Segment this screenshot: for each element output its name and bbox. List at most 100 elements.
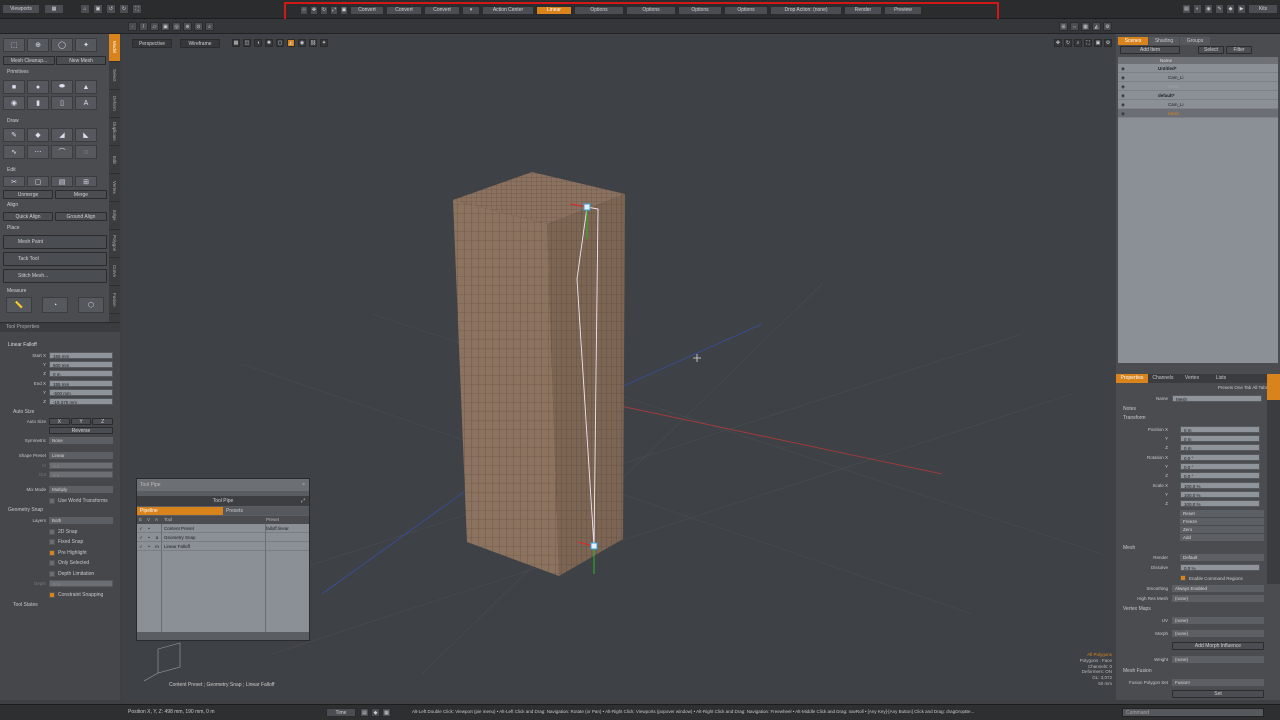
table-row[interactable]: ✓ • Content Preset falloff.linear <box>137 524 309 533</box>
tab-properties[interactable]: Properties <box>1116 374 1148 383</box>
tab-deform[interactable]: Deform <box>109 90 120 118</box>
snap-2d-row[interactable]: 2D Snap <box>49 528 115 535</box>
dimension-icon[interactable]: ⬡ <box>78 297 104 313</box>
cylinder-primitive-icon[interactable]: ▮ <box>27 96 49 110</box>
mesh-cleanup-button[interactable]: Mesh Cleanup... <box>3 56 55 65</box>
paint-icon[interactable]: ✎ <box>1215 4 1224 14</box>
layout-icon[interactable]: ▤ <box>1182 4 1191 14</box>
merge-button[interactable]: Merge <box>55 190 107 199</box>
perspective-dropdown[interactable]: Perspective <box>132 39 172 48</box>
rotate-view-icon[interactable]: ↻ <box>1064 39 1072 47</box>
rotation-x-field[interactable]: 0.0 ° <box>1180 454 1260 461</box>
only-selected-checkbox[interactable] <box>49 559 55 566</box>
add-item-button[interactable]: Add Item <box>1120 46 1180 54</box>
zero-dropdown[interactable]: Zero <box>1180 526 1264 533</box>
tab-select[interactable]: Select <box>109 62 120 90</box>
animate-icon[interactable]: ▶ <box>1237 4 1246 14</box>
out-field[interactable]: 0.0 <box>49 471 113 478</box>
uv-dropdown[interactable]: (none) <box>1172 617 1264 624</box>
name-field[interactable]: Mesh <box>1172 395 1262 402</box>
pre-highlight-row[interactable]: Pre Highlight <box>49 549 115 556</box>
zoom-view-icon[interactable]: ⌕ <box>1074 39 1082 47</box>
enabled-check[interactable]: ✓ <box>137 524 145 532</box>
start-x-field[interactable]: 155 mm <box>49 352 113 359</box>
tab-mesh-vertical[interactable] <box>1267 374 1280 400</box>
vertex-mode-icon[interactable]: · <box>128 22 137 31</box>
visibility-eye-icon[interactable]: ◉ <box>1121 91 1125 100</box>
filter-button[interactable]: Filter <box>1226 46 1252 54</box>
reset-dropdown[interactable]: Reset <box>1180 510 1264 517</box>
constraint-snapping-checkbox[interactable] <box>49 591 55 598</box>
morph-dropdown[interactable]: (none) <box>1172 630 1264 637</box>
end-handle[interactable] <box>590 542 598 550</box>
tab-curve[interactable]: Curve <box>109 258 120 286</box>
item-mode-icon[interactable]: ▣ <box>161 22 170 31</box>
smoothing-dropdown[interactable]: Always Enabled <box>1172 585 1264 592</box>
close-icon[interactable]: × <box>302 479 305 491</box>
falloff-view-icon[interactable]: ◭ <box>287 39 295 47</box>
depth-field[interactable]: 0 m <box>49 580 113 587</box>
paste-icon[interactable]: ▤ <box>51 176 73 187</box>
render-dropdown[interactable]: Default <box>1180 554 1264 561</box>
disc-primitive-icon[interactable]: ⬬ <box>51 80 73 94</box>
tool-pipe-window-titlebar[interactable]: Tool Pipe × <box>137 479 309 491</box>
cone-primitive-icon[interactable]: ▲ <box>75 80 97 94</box>
command-input[interactable]: Command <box>1122 708 1264 717</box>
pre-highlight-checkbox[interactable] <box>49 549 55 556</box>
polygon-draw-icon[interactable]: ◆ <box>27 128 49 142</box>
protractor-icon[interactable]: ◔ <box>42 297 68 313</box>
tab-edit[interactable]: Edit <box>109 146 120 174</box>
tab-duplicate[interactable]: Duplicate <box>109 118 120 146</box>
shade-icon[interactable]: ◑ <box>254 39 262 47</box>
cut-icon[interactable]: ✂ <box>3 176 25 187</box>
shape-preset-dropdown[interactable]: Linear <box>49 452 113 459</box>
new-mesh-button[interactable]: New Mesh <box>56 56 106 65</box>
start-handle[interactable] <box>583 203 591 211</box>
search-icon[interactable]: ⌕ <box>205 22 214 31</box>
presets-row[interactable]: Presets One Tab All Tabs <box>1176 385 1268 390</box>
sculpt-icon[interactable]: ◆ <box>1226 4 1235 14</box>
visibility-eye-icon[interactable]: ◉ <box>1121 82 1125 91</box>
spline-icon-3[interactable]: ⌒ <box>51 145 73 159</box>
undo-icon[interactable]: ↺ <box>106 4 116 14</box>
wireframe-dropdown[interactable]: Wireframe <box>180 39 220 48</box>
settings-icon[interactable]: ⚙ <box>1103 22 1112 31</box>
view-icon[interactable]: ◐ <box>1193 4 1202 14</box>
popout-icon[interactable]: ⤢ <box>301 496 305 506</box>
select-button[interactable]: Select <box>1198 46 1224 54</box>
grid-icon[interactable]: ▦ <box>232 39 240 47</box>
save-icon[interactable]: ▣ <box>93 4 103 14</box>
cube-primitive-icon[interactable]: ■ <box>3 80 25 94</box>
kits-button[interactable]: Kits <box>1248 4 1278 14</box>
tack-tool-button[interactable]: Tack Tool <box>3 252 107 266</box>
pen-icon[interactable]: ✎ <box>3 128 25 142</box>
tab-edge[interactable]: Edge <box>109 202 120 230</box>
use-world-transforms-row[interactable]: Use World Transforms <box>49 497 115 504</box>
cleanup-tool-icon[interactable]: ✦ <box>75 38 97 52</box>
lock-icon[interactable]: ▢ <box>276 39 284 47</box>
settings-view-icon[interactable]: ⚙ <box>1104 39 1112 47</box>
visibility-eye-icon[interactable]: ◉ <box>1121 64 1125 73</box>
workplane-icon[interactable]: ▦ <box>1081 22 1090 31</box>
fixed-snap-checkbox[interactable] <box>49 538 55 545</box>
weight-dropdown[interactable]: (none) <box>1172 656 1264 663</box>
use-world-transforms-checkbox[interactable] <box>49 497 55 504</box>
end-y-field[interactable]: -500 mm <box>49 389 113 396</box>
layout-button[interactable]: ▦ <box>44 4 64 14</box>
merge-icon[interactable]: ⊞ <box>75 176 97 187</box>
tube-primitive-icon[interactable]: ▯ <box>51 96 73 110</box>
tab-channels[interactable]: Channels <box>1149 374 1177 383</box>
constraint-snapping-row[interactable]: Constraint Snapping <box>49 591 115 598</box>
reverse-button[interactable]: Reverse <box>49 427 113 434</box>
curve-draw-icon[interactable]: ◢ <box>51 128 73 142</box>
end-x-field[interactable]: 155 mm <box>49 380 113 387</box>
symmetry-icon[interactable]: ⇔ <box>1070 22 1079 31</box>
table-row[interactable]: ✓ • a Geometry Snap <box>137 533 309 542</box>
loop-tool-icon[interactable]: ◯ <box>51 38 73 52</box>
depth-limitation-checkbox[interactable] <box>49 570 55 577</box>
scale-z-field[interactable]: 100.0 % <box>1180 500 1260 507</box>
link-icon[interactable]: ⛓ <box>309 39 317 47</box>
eye-icon[interactable]: ◉ <box>298 39 306 47</box>
fusion-tool-icon[interactable]: ⊕ <box>27 38 49 52</box>
falloff-icon[interactable]: ◭ <box>1092 22 1101 31</box>
